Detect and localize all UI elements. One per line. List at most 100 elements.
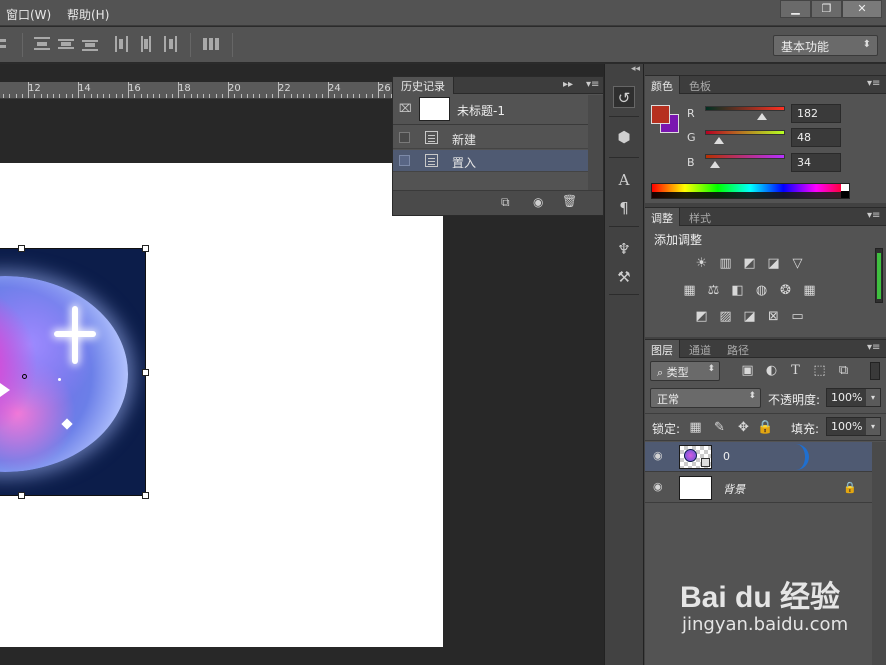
- curves-icon[interactable]: ◩: [741, 256, 758, 271]
- tab-styles[interactable]: 样式: [683, 208, 717, 226]
- vibrance-icon[interactable]: ▽: [789, 256, 806, 271]
- tab-paths[interactable]: 路径: [721, 340, 755, 358]
- brush-presets-icon[interactable]: ♆: [613, 238, 635, 260]
- distribute-vcenter-icon[interactable]: [58, 36, 74, 52]
- auto-align-icon[interactable]: [203, 36, 219, 52]
- history-item-new[interactable]: 新建: [393, 127, 588, 149]
- photo-filter-icon[interactable]: ◍: [753, 283, 770, 298]
- hue-saturation-icon[interactable]: ▦: [681, 283, 698, 298]
- red-slider-knob[interactable]: [757, 113, 767, 120]
- selective-color-icon[interactable]: ⊠: [765, 309, 782, 324]
- lock-position-icon[interactable]: ✥: [735, 420, 752, 435]
- expand-icon[interactable]: ▸▸: [563, 79, 573, 90]
- channel-mixer-icon[interactable]: ❂: [777, 283, 794, 298]
- minimize-button[interactable]: ▁: [780, 0, 811, 18]
- trash-icon[interactable]: 🗑: [562, 194, 577, 208]
- chevron-down-icon[interactable]: ▾: [866, 418, 880, 435]
- panel-menu-icon[interactable]: ▾≡: [867, 210, 880, 221]
- history-source-checkbox[interactable]: [399, 132, 410, 143]
- distribute-bottom-icon[interactable]: [82, 36, 98, 52]
- history-item-place[interactable]: 置入: [393, 150, 588, 172]
- filter-pixel-icon[interactable]: ▣: [739, 363, 756, 378]
- red-value-field[interactable]: 182: [791, 104, 841, 123]
- green-slider-knob[interactable]: [714, 137, 724, 144]
- camera-icon[interactable]: ◉: [533, 195, 543, 209]
- distribute-left-icon[interactable]: [114, 36, 130, 52]
- transform-handle[interactable]: [142, 492, 149, 499]
- new-document-from-state-icon[interactable]: ⧉: [501, 195, 510, 210]
- tab-swatches[interactable]: 色板: [683, 76, 717, 94]
- layer-row-background[interactable]: ◉ 背景 🔒: [645, 473, 872, 503]
- color-balance-icon[interactable]: ⚖: [705, 283, 722, 298]
- blue-slider-knob[interactable]: [710, 161, 720, 168]
- placed-image[interactable]: [0, 248, 146, 496]
- tab-color[interactable]: 颜色: [645, 76, 680, 94]
- distribute-hcenter-icon[interactable]: [138, 36, 154, 52]
- fill-field[interactable]: 100% ▾: [826, 417, 881, 436]
- foreground-color-swatch[interactable]: [651, 105, 670, 124]
- tab-history[interactable]: 历史记录: [393, 77, 454, 94]
- threshold-icon[interactable]: ◪: [741, 309, 758, 324]
- history-brush-icon[interactable]: ⌧: [399, 102, 412, 115]
- transform-handle[interactable]: [142, 369, 149, 376]
- posterize-icon[interactable]: ▨: [717, 309, 734, 324]
- tab-adjustments[interactable]: 调整: [645, 208, 680, 226]
- panel-menu-icon[interactable]: ▾≡: [867, 342, 880, 353]
- blue-slider[interactable]: [705, 154, 785, 159]
- lock-pixels-icon[interactable]: ✎: [711, 420, 728, 435]
- color-spectrum-bar[interactable]: [651, 183, 850, 199]
- layer-row-0[interactable]: ◉ 0: [645, 442, 872, 472]
- filter-type-icon[interactable]: T: [787, 363, 804, 378]
- close-button[interactable]: ✕: [842, 0, 882, 18]
- gradient-map-icon[interactable]: ▭: [789, 309, 806, 324]
- levels-icon[interactable]: ▥: [717, 256, 734, 271]
- blend-mode-select[interactable]: 正常 ⬍: [650, 388, 761, 408]
- distribute-right-icon[interactable]: [162, 36, 178, 52]
- tab-layers[interactable]: 图层: [645, 340, 680, 358]
- green-value-field[interactable]: 48: [791, 128, 841, 147]
- align-left-icon[interactable]: [0, 36, 16, 52]
- black-white-icon[interactable]: ◧: [729, 283, 746, 298]
- eye-icon[interactable]: ◉: [653, 450, 667, 461]
- red-slider[interactable]: [705, 106, 785, 111]
- history-panel-icon[interactable]: ↺: [613, 86, 635, 108]
- brush-icon[interactable]: ⚒: [613, 266, 635, 288]
- transform-handle[interactable]: [18, 492, 25, 499]
- green-slider[interactable]: [705, 130, 785, 135]
- restore-button[interactable]: ❐: [811, 0, 842, 18]
- filter-adjustment-icon[interactable]: ◐: [763, 363, 780, 378]
- menu-help[interactable]: 帮助(H): [67, 6, 109, 23]
- menu-window[interactable]: 窗口(W): [6, 6, 51, 23]
- filter-shape-icon[interactable]: ⬚: [811, 363, 828, 378]
- transform-handle[interactable]: [142, 245, 149, 252]
- blue-value-field[interactable]: 34: [791, 153, 841, 172]
- eye-icon[interactable]: ◉: [653, 481, 667, 492]
- filter-smart-object-icon[interactable]: ⧉: [835, 363, 852, 378]
- character-panel-icon[interactable]: A: [613, 169, 635, 191]
- layer-name[interactable]: 背景: [723, 481, 745, 497]
- chevron-down-icon[interactable]: ▾: [866, 389, 880, 406]
- adjustments-scrollbar[interactable]: [875, 248, 883, 303]
- history-scrollbar[interactable]: [588, 95, 603, 190]
- panel-menu-icon[interactable]: ▾≡: [867, 78, 880, 89]
- workspace-select[interactable]: 基本功能 ⬍: [773, 35, 878, 56]
- tab-channels[interactable]: 通道: [683, 340, 717, 358]
- color-lookup-icon[interactable]: ▦: [801, 283, 818, 298]
- lock-all-icon[interactable]: 🔒: [757, 420, 774, 435]
- paragraph-icon[interactable]: ¶: [613, 197, 635, 219]
- collapse-icon[interactable]: ◂◂: [631, 64, 640, 74]
- history-source-checkbox[interactable]: [399, 155, 410, 166]
- transform-handle[interactable]: [18, 245, 25, 252]
- filter-toggle[interactable]: [870, 362, 880, 380]
- lock-transparent-icon[interactable]: ▦: [687, 420, 704, 435]
- history-snapshot[interactable]: ⌧ 未标题-1: [393, 95, 588, 125]
- layer-filter-select[interactable]: ⌕ 类型 ⬍: [650, 361, 720, 381]
- panel-menu-icon[interactable]: ▾≡: [586, 79, 599, 90]
- layer-name[interactable]: 0: [723, 450, 730, 463]
- 3d-cube-icon[interactable]: ⬢: [613, 126, 635, 148]
- opacity-field[interactable]: 100% ▾: [826, 388, 881, 407]
- exposure-icon[interactable]: ◪: [765, 256, 782, 271]
- invert-icon[interactable]: ◩: [693, 309, 710, 324]
- distribute-top-icon[interactable]: [34, 36, 50, 52]
- brightness-icon[interactable]: ☀: [693, 256, 710, 271]
